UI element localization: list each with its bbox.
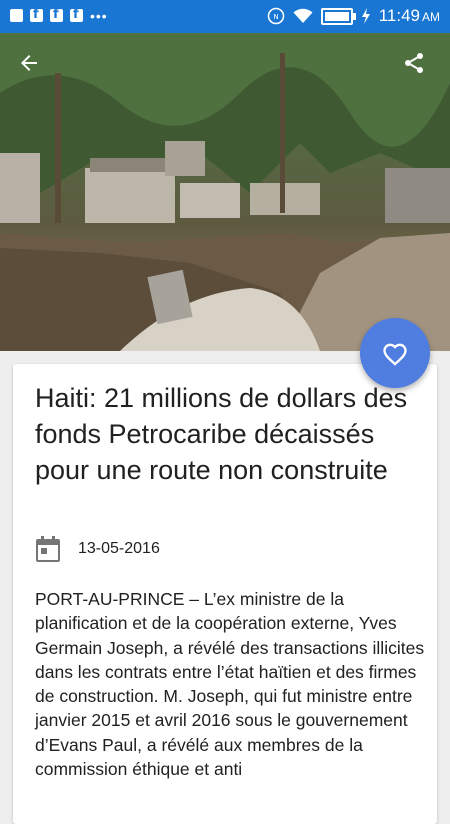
wifi-icon bbox=[293, 8, 313, 23]
status-bar: ••• N 11:49AM bbox=[0, 0, 450, 33]
article-date-row: 13-05-2016 bbox=[35, 534, 160, 564]
facebook-icon bbox=[50, 7, 63, 22]
facebook-icon bbox=[30, 7, 43, 22]
article-date: 13-05-2016 bbox=[78, 540, 160, 557]
svg-text:N: N bbox=[273, 13, 278, 21]
clock-time: 11:49 bbox=[378, 6, 420, 25]
arrow-back-icon bbox=[21, 55, 37, 71]
article-hero-image bbox=[0, 33, 450, 351]
share-icon bbox=[405, 53, 423, 73]
facebook-icon bbox=[70, 7, 83, 22]
more-dots-icon: ••• bbox=[90, 7, 108, 24]
article-title: Haiti: 21 millions de dollars des fonds … bbox=[35, 383, 408, 485]
hero-photo-illustration bbox=[0, 33, 450, 351]
battery-icon bbox=[320, 7, 356, 25]
heart-outline-icon bbox=[383, 343, 407, 366]
image-icon bbox=[10, 9, 23, 22]
clock-ampm: AM bbox=[422, 10, 440, 24]
article-body: PORT-AU-PRINCE – L’ex ministre de la pla… bbox=[35, 589, 425, 780]
charging-bolt-icon bbox=[361, 8, 370, 24]
calendar-icon bbox=[36, 536, 60, 562]
nfc-icon: N bbox=[267, 7, 285, 25]
clock: 11:49 AM bbox=[379, 6, 440, 26]
article-card: Haiti: 21 millions de dollars des fonds … bbox=[13, 364, 437, 824]
favorite-button[interactable] bbox=[360, 318, 430, 388]
share-button[interactable] bbox=[402, 51, 438, 87]
notification-icons: ••• bbox=[10, 7, 108, 24]
system-icons: N 11:49 AM bbox=[267, 6, 440, 26]
back-button[interactable] bbox=[17, 51, 53, 87]
